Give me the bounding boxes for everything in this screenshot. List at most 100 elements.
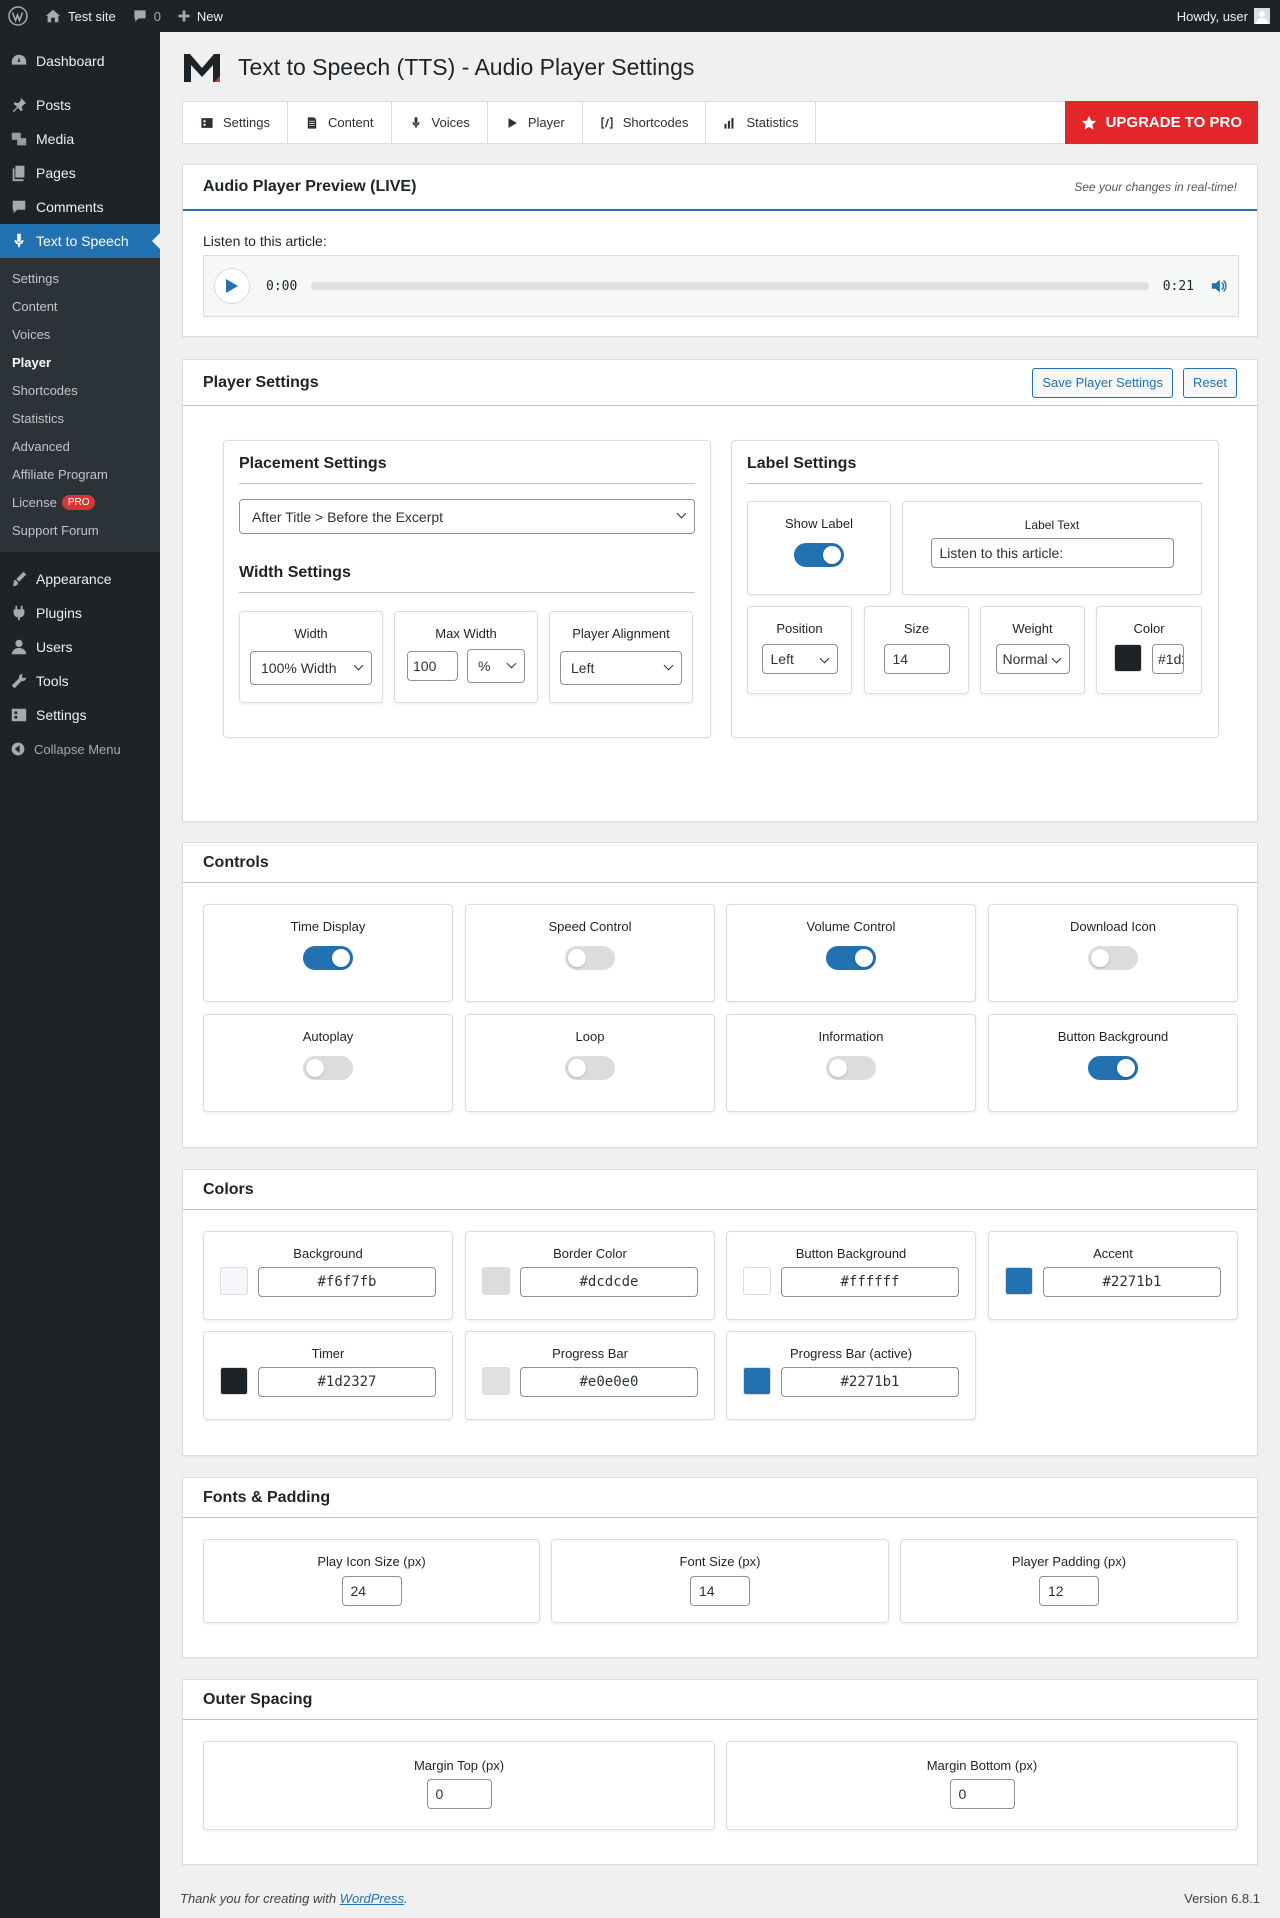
control-volume: Volume Control: [726, 904, 976, 1002]
volume-control-toggle[interactable]: [826, 946, 876, 970]
speed-control-toggle[interactable]: [565, 946, 615, 970]
width-field: Width 100% Width: [239, 611, 383, 703]
label-color-input[interactable]: #1d2327: [1152, 644, 1184, 674]
color-swatch[interactable]: [743, 1267, 771, 1295]
label-text-input[interactable]: Listen to this article:: [930, 538, 1174, 568]
max-width-unit-select[interactable]: %: [467, 649, 525, 683]
volume-icon[interactable]: [1210, 277, 1228, 295]
menu-comments[interactable]: Comments: [0, 190, 160, 224]
margin-top-input[interactable]: 0: [426, 1779, 492, 1809]
color-swatch[interactable]: [482, 1367, 510, 1395]
width-select[interactable]: 100% Width: [250, 651, 372, 685]
menu-text-to-speech[interactable]: Text to Speech: [0, 224, 160, 258]
color-field-label: Accent: [1093, 1246, 1133, 1261]
label-size-field: Size 14: [864, 606, 969, 694]
color-input[interactable]: #2271b1: [781, 1367, 959, 1397]
player-padding-input[interactable]: 12: [1039, 1576, 1099, 1606]
menu-tools[interactable]: Tools: [0, 664, 160, 698]
color-swatch[interactable]: [482, 1267, 510, 1295]
submenu-affiliate[interactable]: Affiliate Program: [0, 460, 160, 488]
show-label-toggle[interactable]: [794, 543, 844, 567]
submenu-advanced[interactable]: Advanced: [0, 432, 160, 460]
wordpress-link[interactable]: WordPress: [340, 1891, 404, 1906]
preview-header: Audio Player Preview (LIVE) See your cha…: [183, 165, 1257, 211]
progress-track[interactable]: [311, 282, 1149, 290]
menu-plugins[interactable]: Plugins: [0, 596, 160, 630]
wrench-icon: [11, 673, 27, 689]
placement-select[interactable]: After Title > Before the Excerpt: [239, 499, 695, 534]
color-swatch[interactable]: [743, 1367, 771, 1395]
color-input[interactable]: #2271b1: [1043, 1267, 1221, 1297]
my-account[interactable]: Howdy, user: [1177, 8, 1280, 24]
tab-content[interactable]: Content: [288, 102, 392, 143]
alignment-field: Player Alignment Left: [549, 611, 693, 703]
color-input[interactable]: #f6f7fb: [258, 1267, 436, 1297]
submenu-content[interactable]: Content: [0, 292, 160, 320]
collapse-menu[interactable]: Collapse Menu: [0, 732, 160, 766]
color-input[interactable]: #e0e0e0: [520, 1367, 698, 1397]
play-button[interactable]: [214, 268, 250, 304]
control-download: Download Icon: [988, 904, 1238, 1002]
footer-period: .: [404, 1891, 408, 1906]
control-label: Autoplay: [302, 1029, 354, 1044]
label-color-swatch[interactable]: [1114, 644, 1142, 672]
microphone-icon: [412, 116, 420, 128]
tab-settings[interactable]: Settings: [183, 102, 288, 143]
footer-thanks: Thank you for creating with WordPress.: [180, 1891, 408, 1906]
color-input[interactable]: #ffffff: [781, 1267, 959, 1297]
color-swatch[interactable]: [220, 1367, 248, 1395]
tab-label: Voices: [431, 115, 470, 130]
color-input[interactable]: #1d2327: [258, 1367, 436, 1397]
reset-button[interactable]: Reset: [1183, 367, 1237, 398]
weight-select[interactable]: Normal: [995, 644, 1070, 674]
play-icon-size-input[interactable]: 24: [341, 1576, 402, 1606]
howdy-text: Howdy, user: [1176, 8, 1248, 24]
max-width-input[interactable]: 100: [407, 651, 458, 681]
new-label: New: [196, 8, 223, 24]
autoplay-toggle[interactable]: [303, 1056, 353, 1080]
menu-label: Comments: [36, 199, 104, 215]
color-input[interactable]: #dcdcde: [520, 1267, 698, 1297]
menu-pages[interactable]: Pages: [0, 156, 160, 190]
position-select[interactable]: Left: [761, 644, 838, 674]
color-timer: Timer #1d2327: [203, 1331, 453, 1420]
placement-title: Placement Settings: [239, 455, 695, 484]
font-size-input[interactable]: 14: [690, 1576, 750, 1606]
information-toggle[interactable]: [826, 1056, 876, 1080]
submenu-license[interactable]: License PRO: [0, 488, 160, 516]
save-player-settings-button[interactable]: Save Player Settings: [1032, 367, 1174, 398]
tab-player[interactable]: Player: [488, 102, 583, 143]
menu-media[interactable]: Media: [0, 122, 160, 156]
menu-settings[interactable]: Settings: [0, 698, 160, 732]
wordpress-logo-icon[interactable]: [0, 0, 36, 32]
tab-voices[interactable]: Voices: [392, 102, 488, 143]
download-icon-toggle[interactable]: [1088, 946, 1138, 970]
menu-appearance[interactable]: Appearance: [0, 562, 160, 596]
color-swatch[interactable]: [220, 1267, 248, 1295]
submenu-player[interactable]: Player: [0, 348, 160, 376]
submenu-voices[interactable]: Voices: [0, 320, 160, 348]
pin-icon: [12, 97, 27, 113]
menu-dashboard[interactable]: Dashboard: [0, 44, 160, 78]
alignment-select[interactable]: Left: [560, 651, 682, 685]
size-input[interactable]: 14: [883, 644, 950, 674]
site-name-link[interactable]: Test site: [36, 0, 124, 32]
size-label: Size: [903, 621, 930, 636]
tab-statistics[interactable]: Statistics: [706, 102, 817, 143]
submenu-statistics[interactable]: Statistics: [0, 404, 160, 432]
submenu-shortcodes[interactable]: Shortcodes: [0, 376, 160, 404]
submenu-support[interactable]: Support Forum: [0, 516, 160, 544]
comments-link[interactable]: 0: [124, 0, 169, 32]
new-content-link[interactable]: New: [169, 0, 231, 32]
loop-toggle[interactable]: [565, 1056, 615, 1080]
submenu-settings[interactable]: Settings: [0, 264, 160, 292]
margin-bottom-input[interactable]: 0: [949, 1779, 1015, 1809]
color-swatch[interactable]: [1005, 1267, 1033, 1295]
menu-users[interactable]: Users: [0, 630, 160, 664]
tab-shortcodes[interactable]: Shortcodes: [583, 102, 707, 143]
label-settings-box: Label Settings Show Label Label Text Lis…: [731, 440, 1219, 738]
time-display-toggle[interactable]: [303, 946, 353, 970]
upgrade-to-pro-button[interactable]: UPGRADE TO PRO: [1064, 101, 1258, 144]
button-background-toggle[interactable]: [1088, 1056, 1138, 1080]
menu-posts[interactable]: Posts: [0, 88, 160, 122]
